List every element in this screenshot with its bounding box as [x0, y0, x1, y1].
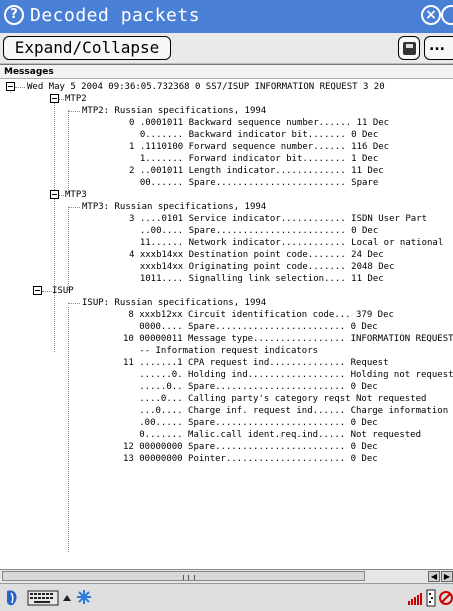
tree-row[interactable]: 4 xxxb14xx Destination point code.......… [129, 249, 384, 261]
tree-guide [68, 303, 80, 304]
collapse-toggle-icon[interactable] [6, 82, 15, 91]
tree-node-isup[interactable]: ISUP [52, 285, 74, 297]
volume-icon[interactable] [439, 589, 453, 607]
window-title: Decoded packets [30, 5, 201, 26]
packet-summary-row[interactable]: Wed May 5 2004 09:36:05.732368 0 SS7/ISU… [27, 81, 385, 93]
tree-row[interactable]: 00...... Spare........................ S… [129, 177, 378, 189]
tree-row[interactable]: 0000.... Spare........................ 0… [123, 321, 377, 333]
keyboard-icon[interactable] [27, 589, 59, 607]
grip-icon [183, 575, 195, 580]
tree-row[interactable]: 10 00000011 Message type................… [123, 333, 453, 345]
tree-guide [15, 87, 25, 88]
tree-node-mtp2[interactable]: MTP2 [65, 93, 87, 105]
tree-row[interactable]: -- Information request indicators [123, 345, 318, 357]
close-icon-secondary[interactable] [441, 5, 453, 25]
tree-guide [59, 99, 64, 100]
tree-row[interactable]: 11...... Network indicator............ L… [129, 237, 443, 249]
tree-row[interactable]: ..00.... Spare........................ 0… [129, 225, 378, 237]
tree-row[interactable]: ......0. Holding ind.................. H… [123, 369, 453, 381]
tree-guide [68, 209, 69, 290]
scroll-left-arrow-icon[interactable]: ◀ [428, 571, 440, 582]
horizontal-scrollbar[interactable]: ◀ ▶ [0, 569, 453, 583]
collapse-toggle-icon[interactable] [33, 286, 42, 295]
tree-row[interactable]: ISUP: Russian specifications, 1994 [82, 297, 266, 309]
tree-row[interactable]: 12 00000000 Spare.......................… [123, 441, 378, 453]
scroll-right-arrow-icon[interactable]: ▶ [441, 571, 453, 582]
tree-row[interactable]: 1....... Forward indicator bit........ 1… [129, 153, 378, 165]
save-button[interactable] [398, 36, 420, 60]
tree-row[interactable]: 1 .1110100 Forward sequence number......… [129, 141, 389, 153]
tree-guide [68, 111, 80, 112]
toolbar: Expand/Collapse ... [0, 33, 453, 64]
messages-header: Messages [0, 65, 453, 79]
tree-row[interactable]: ....0... Calling party's category reqst … [123, 393, 426, 405]
close-icon[interactable]: × [421, 5, 441, 25]
tree-row[interactable]: ...0.... Charge inf. request ind...... C… [123, 405, 453, 417]
packet-tree[interactable]: Wed May 5 2004 09:36:05.732368 0 SS7/ISU… [0, 81, 453, 569]
tree-node-mtp3[interactable]: MTP3 [65, 189, 87, 201]
tree-row[interactable]: MTP3: Russian specifications, 1994 [82, 201, 266, 213]
tree-row[interactable]: .....0.. Spare........................ 0… [123, 381, 377, 393]
tree-row[interactable]: 0....... Backward indicator bit....... 0… [129, 129, 378, 141]
tree-row[interactable]: 1011.... Signalling link selection.... 1… [129, 273, 384, 285]
tree-guide [68, 307, 69, 552]
tree-guide [42, 291, 52, 292]
tree-row[interactable]: 8 xxxb12xx Circuit identification code..… [123, 309, 394, 321]
tree-guide [59, 195, 64, 196]
more-button[interactable]: ... [424, 36, 453, 60]
tree-row[interactable]: MTP2: Russian specifications, 1994 [82, 105, 266, 117]
tree-row[interactable]: 0 .0001011 Backward sequence number.....… [129, 117, 389, 129]
star-icon[interactable] [76, 589, 92, 605]
tree-row[interactable]: xxxb14xx Originating point code....... 2… [129, 261, 395, 273]
taskbar [0, 583, 453, 611]
network-icon[interactable] [426, 589, 436, 607]
tree-guide [68, 110, 69, 192]
title-bar: ? Decoded packets × [0, 0, 453, 33]
tree-guide [54, 99, 55, 352]
packet-tree-panel[interactable]: Messages Wed May 5 2004 09:36:05.732368 … [0, 64, 453, 571]
tree-row[interactable]: 13 00000000 Pointer.....................… [123, 453, 378, 465]
tree-row[interactable]: 3 ....0101 Service indicator............… [129, 213, 427, 225]
expand-collapse-button[interactable]: Expand/Collapse [3, 36, 171, 60]
tree-row[interactable]: 2 ..001011 Length indicator.............… [129, 165, 384, 177]
input-arrow-icon[interactable] [62, 593, 72, 603]
floppy-disk-icon [403, 42, 416, 55]
scroll-thumb[interactable] [2, 571, 365, 581]
collapse-toggle-icon[interactable] [50, 190, 59, 199]
start-icon[interactable] [3, 588, 23, 608]
tree-row[interactable]: 0....... Malic.call ident.req.ind..... N… [123, 429, 421, 441]
help-icon[interactable]: ? [4, 5, 24, 25]
collapse-toggle-icon[interactable] [50, 94, 59, 103]
tree-row[interactable]: .00..... Spare........................ 0… [123, 417, 377, 429]
tree-row[interactable]: 11 .......1 CPA request ind.............… [123, 357, 389, 369]
signal-icon [408, 593, 422, 605]
tree-guide [68, 207, 80, 208]
